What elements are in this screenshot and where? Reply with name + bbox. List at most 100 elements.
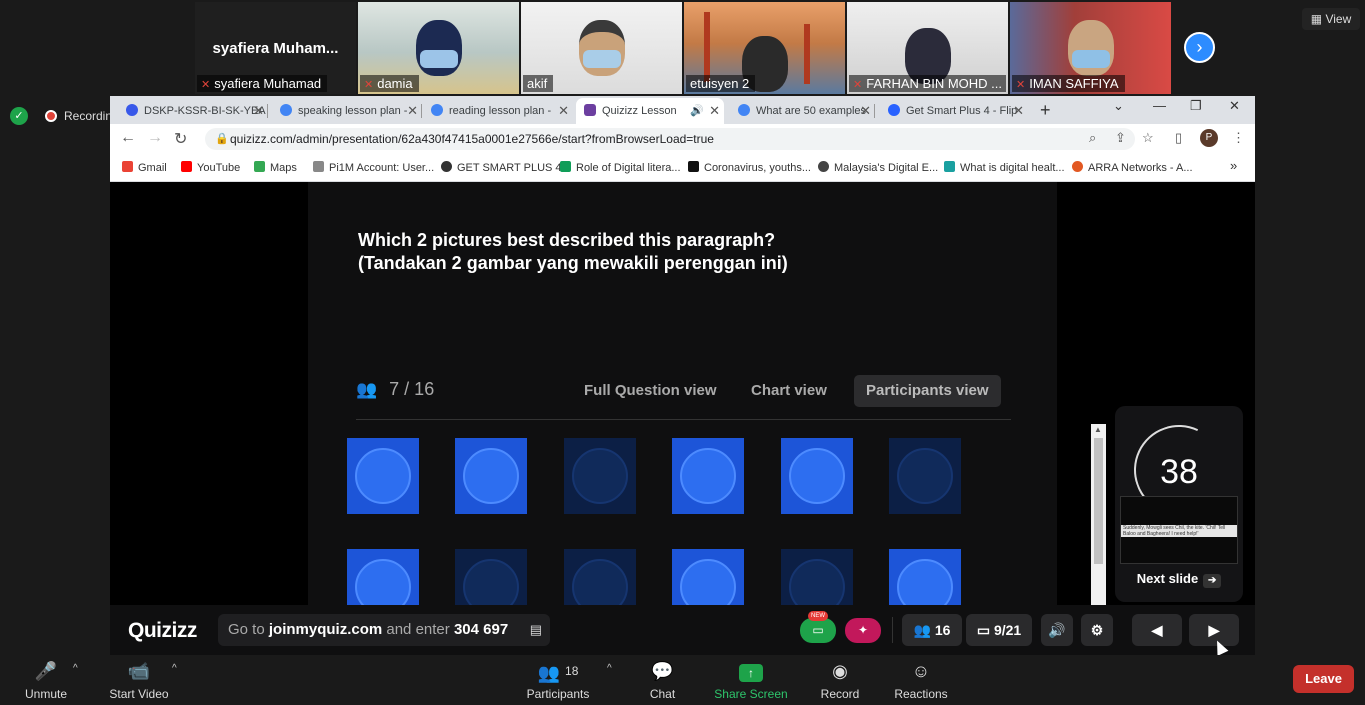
reload-icon[interactable]: ↻ [174,129,187,149]
avatar-icon [789,559,845,605]
kebab-menu-icon[interactable]: ⋮ [1232,130,1245,146]
audio-options-chevron-icon[interactable]: ^ [73,663,78,674]
join-site: joinmyquiz.com [268,621,383,638]
volume-icon[interactable]: 🔊 [1041,614,1073,646]
side-panel-icon[interactable]: ▯ [1175,130,1182,146]
lock-icon: 🔒 [215,133,229,145]
minimize-icon[interactable]: — [1153,98,1166,113]
zoom-icon[interactable]: ⌕ [1089,130,1096,146]
share-icon[interactable]: ⇪ [1115,130,1126,146]
slide-counter-button[interactable]: ▭ 9/21 [966,614,1032,646]
gear-icon[interactable]: ⚙ [1081,614,1113,646]
tab-dskp[interactable]: DSKP-KSSR-BI-SK-YEA ✕ [118,98,268,124]
unmute-button[interactable]: 🎤 Unmute [20,659,72,701]
participant-avatar [347,549,419,605]
divider [892,617,893,643]
bridge-tower [804,24,810,84]
bookmark-maps[interactable]: Maps [254,161,297,174]
avatar-icon [355,448,411,504]
participant-tile-iman[interactable]: ✕ IMAN SAFFIYA [1010,2,1171,94]
leave-button[interactable]: Leave [1293,665,1354,693]
bookmark-get-smart-plus[interactable]: GET SMART PLUS 4 [441,161,562,174]
participant-tile-etuisyen-2[interactable]: etuisyen 2 [684,2,845,94]
back-arrow-icon[interactable]: ← [120,129,136,147]
bookmark-malaysia-digital[interactable]: Malaysia's Digital E... [818,161,938,174]
start-video-button[interactable]: 📹 Start Video [104,659,174,701]
tab-what-are-50-examples[interactable]: What are 50 examples ✕ [730,98,875,124]
tab-get-smart-plus[interactable]: Get Smart Plus 4 - Flip ✕ [880,98,1028,124]
rocket-icon: ✦ [857,623,869,637]
participant-tile-farhan[interactable]: ✕ FARHAN BIN MOHD ... [847,2,1008,94]
flipbook-icon [888,104,900,116]
avatar-icon [680,559,736,605]
close-icon[interactable]: ✕ [860,98,871,124]
avatar-icon [897,448,953,504]
participants-button[interactable]: 👥 18 Participants [523,659,593,701]
participant-tile-syafiera[interactable]: syafiera Muham... ✕ syafiera Muhamad [195,2,356,94]
forward-arrow-icon[interactable]: → [147,129,163,147]
profile-avatar[interactable]: P [1200,129,1218,147]
chat-button[interactable]: 💬 Chat [640,659,685,701]
participant-name-label: etuisyen 2 [686,75,756,92]
close-window-icon[interactable]: ✕ [1229,98,1240,114]
bookmark-pi1m[interactable]: Pi1M Account: User... [313,161,434,174]
participant-tile-damia[interactable]: ✕ damia [358,2,519,94]
participant-tile-akif[interactable]: akif [521,2,682,94]
copy-icon[interactable]: ▤ [530,614,542,646]
whiteboard-button[interactable]: ▭ [800,618,836,643]
avatar-icon [897,559,953,605]
url-text: quizizz.com/admin/presentation/62a430f47… [230,132,714,146]
star-icon[interactable]: ☆ [1142,130,1154,146]
address-bar: ← → ↻ 🔒 quizizz.com/admin/presentation/6… [110,124,1255,154]
video-options-chevron-icon[interactable]: ^ [172,663,177,674]
bookmark-role-of-digital[interactable]: Role of Digital litera... [560,161,681,174]
participants-count-button[interactable]: 👥 16 [902,614,962,646]
share-screen-button[interactable]: ↑ Share Screen [713,659,789,701]
tab-full-question-view[interactable]: Full Question view [572,375,729,407]
more-bookmarks-icon[interactable]: » [1230,158,1237,173]
question-panel: Which 2 pictures best described this par… [308,182,1057,605]
participant-name-label: ✕ syafiera Muhamad [197,75,328,92]
face-mask [419,50,458,68]
close-icon[interactable]: ✕ [253,98,264,124]
muted-mic-icon: ✕ [201,79,211,91]
close-icon[interactable]: ✕ [1013,98,1024,124]
participant-avatar [889,549,961,605]
shared-browser-window: DSKP-KSSR-BI-SK-YEA ✕ speaking lesson pla… [110,96,1255,605]
tab-reading-lesson-plan[interactable]: reading lesson plan - ✕ [423,98,573,124]
close-icon[interactable]: ✕ [709,98,720,124]
close-icon[interactable]: ✕ [407,98,418,124]
bookmark-coronavirus[interactable]: Coronavirus, youths... [688,161,811,174]
bookmark-gmail[interactable]: Gmail [122,161,167,174]
divider [356,419,1011,420]
muted-mic-icon: ✕ [853,79,863,91]
tab-quizizz-lesson[interactable]: Quizizz Lesson 🔊 ✕ [576,98,724,124]
scroll-up-icon[interactable]: ▲ [1094,425,1102,434]
speaker-icon[interactable]: 🔊 [690,98,704,124]
participants-options-chevron-icon[interactable]: ^ [607,663,612,674]
powerup-button[interactable]: ✦ [845,618,881,643]
next-slide-thumbnail[interactable]: Suddenly, Mowgli sees Chil, the kite. 'C… [1120,496,1238,564]
bookmark-digital-health[interactable]: What is digital healt... [944,161,1065,174]
bookmark-youtube[interactable]: YouTube [181,161,240,174]
participant-display-name: syafiera Muham... [212,40,339,57]
view-button[interactable]: ▦ View [1302,8,1360,30]
url-field[interactable]: 🔒 quizizz.com/admin/presentation/62a430f… [205,128,1135,150]
tab-chart-view[interactable]: Chart view [739,375,839,407]
tab-search-icon[interactable]: ⌄ [1113,98,1124,114]
bookmark-arra-networks[interactable]: ARRA Networks - A... [1072,161,1193,174]
timer-value: 38 [1160,453,1198,491]
reactions-button[interactable]: ☺ Reactions [893,659,949,701]
close-icon[interactable]: ✕ [558,98,569,124]
record-button[interactable]: ◉ Record [817,659,863,701]
tab-speaking-lesson-plan[interactable]: speaking lesson plan - ✕ [272,98,422,124]
new-tab-icon[interactable]: + [1040,100,1051,120]
tab-participants-view[interactable]: Participants view [854,375,1001,407]
scrollbar[interactable]: ▲ [1091,424,1106,605]
previous-slide-button[interactable]: ◀ [1132,614,1182,646]
scrollbar-thumb[interactable] [1094,438,1103,564]
next-slide-button[interactable]: Next slide ➔ [1115,571,1243,588]
maximize-icon[interactable]: ❐ [1190,98,1202,114]
microphone-muted-icon: 🎤 [34,661,58,681]
chevron-right-icon[interactable]: › [1184,32,1215,63]
